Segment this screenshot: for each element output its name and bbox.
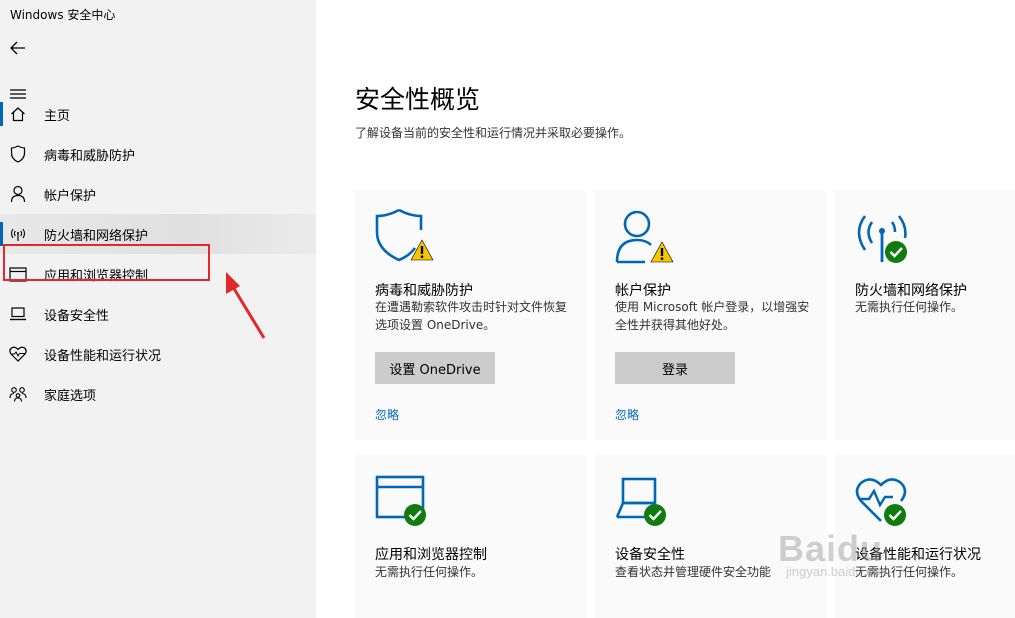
sidebar-item-label: 帐户保护 [44, 188, 97, 204]
laptop-icon [8, 304, 28, 324]
sidebar-item-label: 家庭选项 [44, 388, 97, 404]
card-description: 无需执行任何操作。 [375, 565, 484, 579]
dismiss-link[interactable]: 忽略 [615, 406, 639, 423]
sidebar-item-label: 设备性能和运行状况 [44, 348, 162, 364]
sidebar-item-label: 设备安全性 [44, 308, 110, 324]
heart-ok-icon [855, 478, 907, 526]
card-title: 病毒和威胁防护 [375, 283, 473, 299]
home-icon [8, 104, 28, 124]
sidebar-item-family-options[interactable]: 家庭选项 [0, 374, 316, 414]
annotation-highlight-box [3, 244, 210, 281]
back-arrow-icon [10, 41, 25, 55]
watermark-sub: jingyan.baidu.com [786, 564, 891, 579]
browser-window-ok-icon [375, 475, 426, 526]
annotation-arrow-icon [226, 272, 266, 339]
sidebar-item-label: 病毒和威胁防护 [44, 148, 136, 164]
card-firewall[interactable]: 防火墙和网络保护 无需执行任何操作。 [835, 190, 1015, 440]
baidu-watermark: Baidu jingyan.baidu.com [778, 528, 891, 579]
card-description: 无需执行任何操作。 [855, 300, 964, 314]
sidebar-item-label: 主页 [44, 108, 71, 124]
antenna-icon [8, 224, 28, 244]
card-description: 在遭遇勒索软件攻击时针对文件恢复选项设置 OneDrive。 [375, 300, 568, 332]
back-button[interactable] [6, 36, 30, 60]
setup-onedrive-button[interactable]: 设置 OneDrive [375, 352, 495, 384]
title-bar: Windows 安全中心 [0, 0, 316, 28]
card-description: 使用 Microsoft 帐户登录，以增强安全性并获得其他好处。 [615, 300, 810, 332]
shield-warning-icon [375, 208, 434, 262]
main-content: 安全性概览 了解设备当前的安全性和运行情况并采取必要操作。 病毒和威胁防护 在遭… [316, 0, 1015, 618]
sidebar-item-virus-protection[interactable]: 病毒和威胁防护 [0, 134, 316, 174]
card-title: 帐户保护 [615, 283, 671, 299]
sidebar-item-home[interactable]: 主页 [0, 94, 316, 134]
card-account-protection[interactable]: 帐户保护 使用 Microsoft 帐户登录，以增强安全性并获得其他好处。 登录… [595, 190, 827, 440]
laptop-ok-icon [615, 477, 666, 526]
window-title: Windows 安全中心 [10, 8, 116, 22]
sidebar-item-account-protection[interactable]: 帐户保护 [0, 174, 316, 214]
sidebar-item-device-security[interactable]: 设备安全性 [0, 294, 316, 334]
shield-icon [8, 144, 28, 164]
card-title: 设备安全性 [615, 547, 685, 563]
sign-in-button[interactable]: 登录 [615, 352, 735, 384]
person-icon [8, 184, 28, 204]
page-title: 安全性概览 [355, 85, 481, 114]
card-title: 防火墙和网络保护 [855, 283, 967, 299]
family-icon [8, 384, 28, 404]
heart-icon [8, 344, 28, 364]
card-app-browser-control[interactable]: 应用和浏览器控制 无需执行任何操作。 [355, 455, 587, 618]
antenna-ok-icon [857, 215, 907, 263]
sidebar-item-device-performance[interactable]: 设备性能和运行状况 [0, 334, 316, 374]
dismiss-link[interactable]: 忽略 [375, 406, 399, 423]
sidebar-item-label: 防火墙和网络保护 [44, 228, 149, 244]
person-warning-icon [615, 210, 674, 264]
page-subtitle: 了解设备当前的安全性和运行情况并采取必要操作。 [355, 126, 632, 140]
card-virus-protection[interactable]: 病毒和威胁防护 在遭遇勒索软件攻击时针对文件恢复选项设置 OneDrive。 设… [355, 190, 587, 440]
card-title: 应用和浏览器控制 [375, 547, 487, 563]
